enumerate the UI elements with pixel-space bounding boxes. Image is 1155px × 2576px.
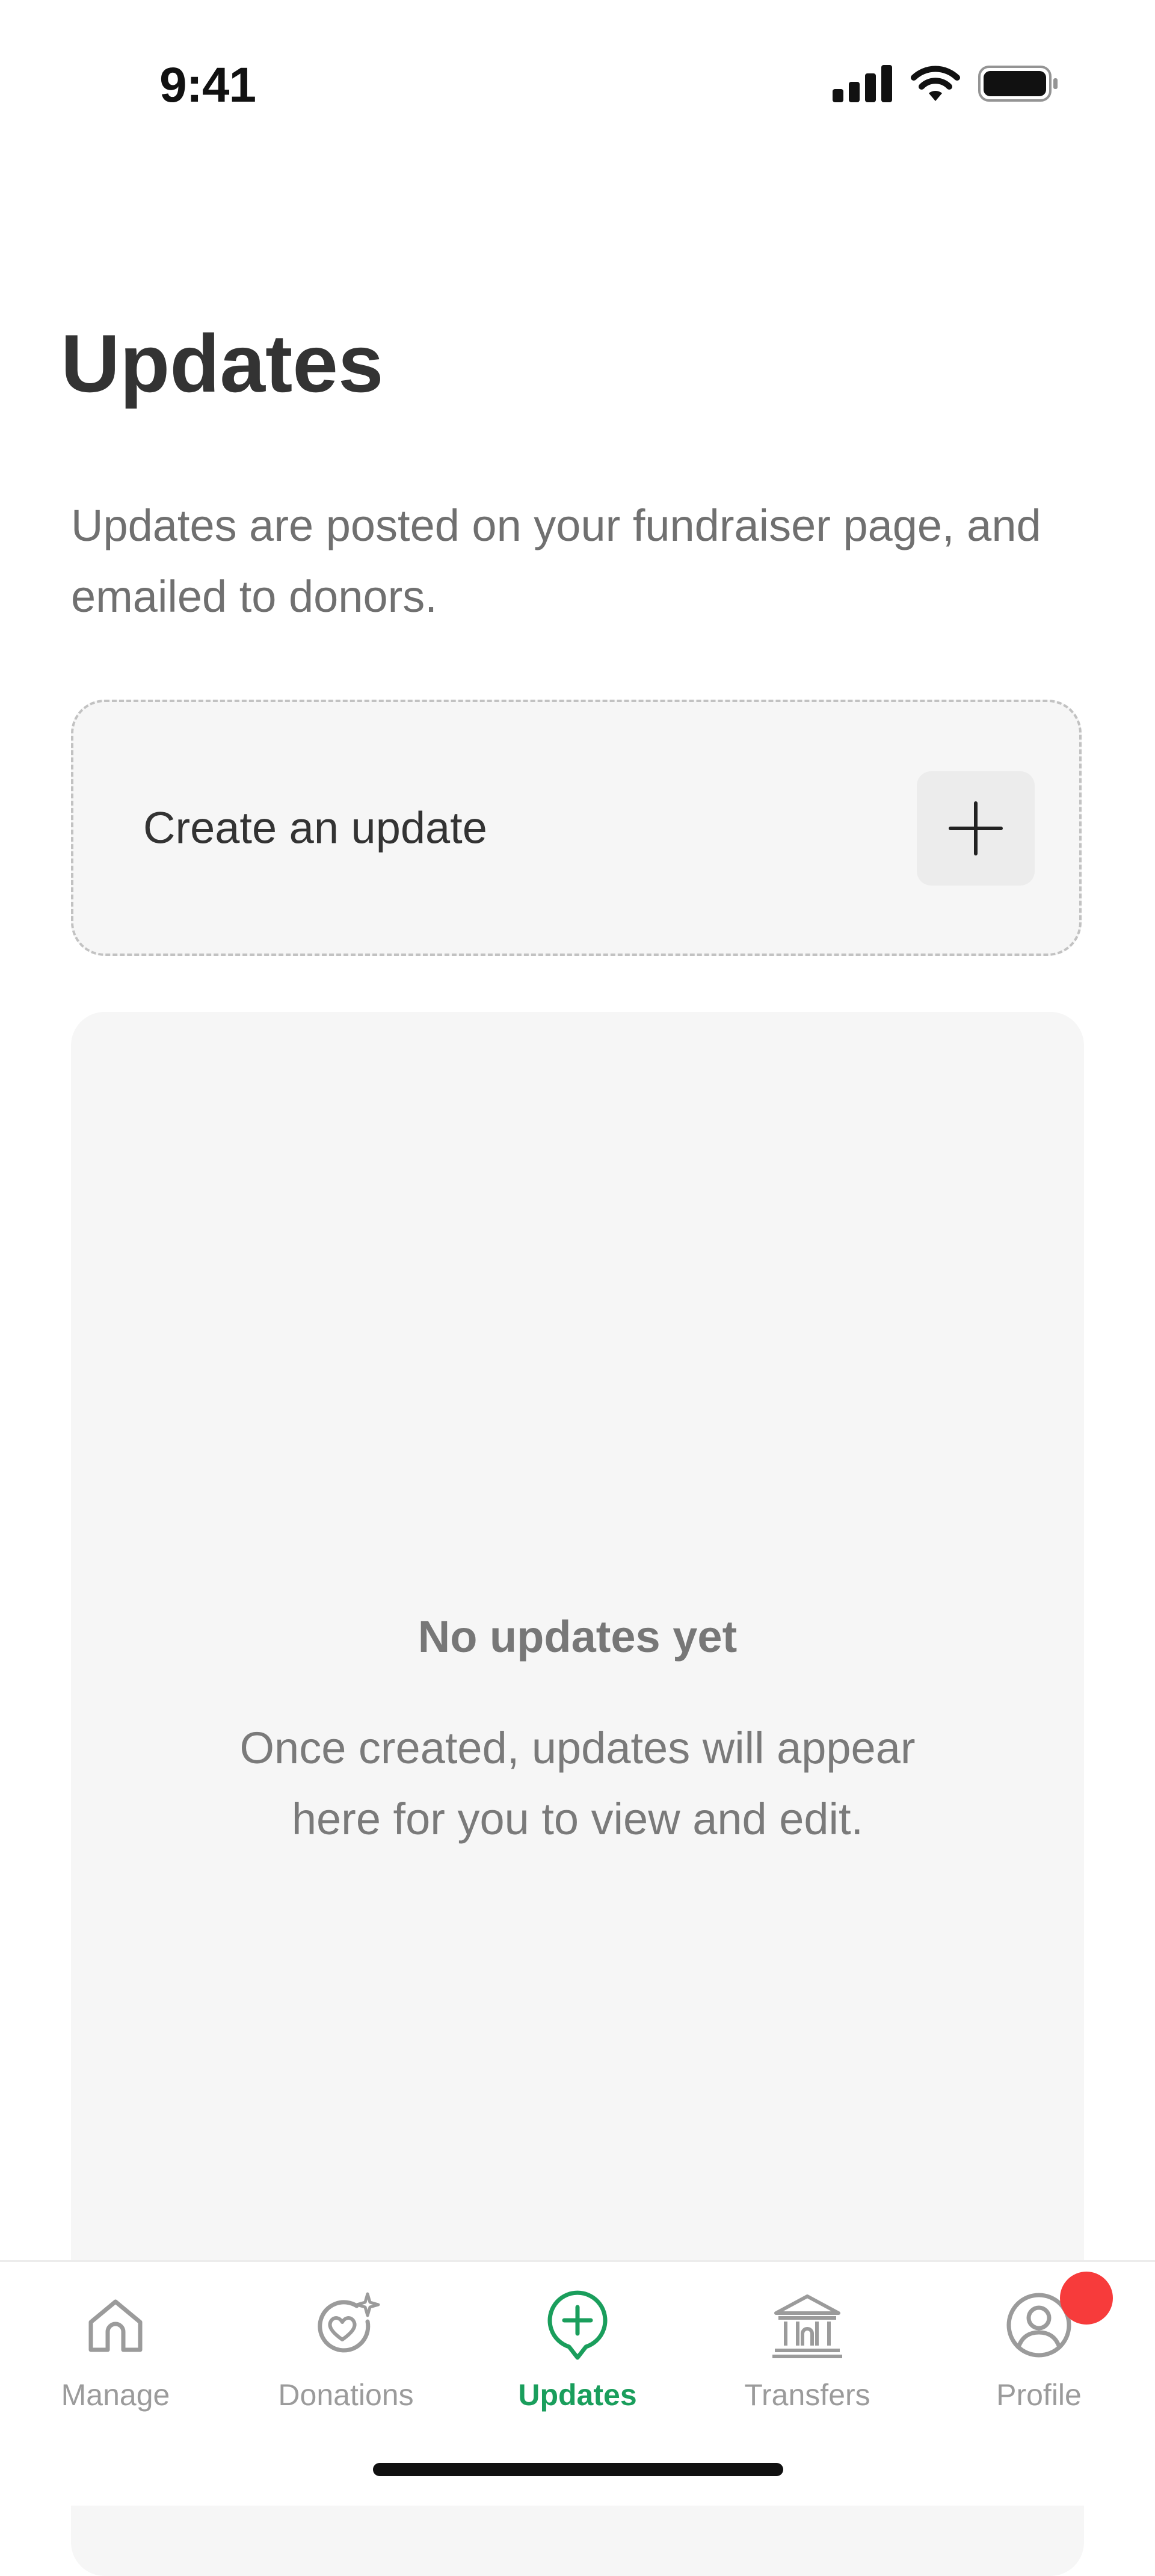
plus-icon bbox=[949, 801, 1003, 855]
status-time: 9:41 bbox=[159, 58, 256, 112]
empty-state-body: Once created, updates will appear here f… bbox=[71, 1713, 1084, 1855]
tab-manage[interactable]: Manage bbox=[25, 2286, 206, 2424]
home-icon bbox=[88, 2299, 143, 2352]
tab-manage-label: Manage bbox=[61, 2378, 170, 2412]
status-icons bbox=[833, 65, 1059, 102]
tab-updates[interactable]: Updates bbox=[487, 2286, 668, 2424]
empty-state-body-line: Once created, updates will appear bbox=[239, 1723, 916, 1773]
cellular-signal-icon bbox=[833, 65, 892, 102]
tab-transfers[interactable]: Transfers bbox=[717, 2286, 898, 2424]
tab-updates-label: Updates bbox=[518, 2378, 637, 2412]
tab-donations-label: Donations bbox=[278, 2378, 414, 2412]
page-subtitle: Updates are posted on your fundraiser pa… bbox=[71, 501, 1041, 621]
wifi-icon bbox=[911, 66, 960, 101]
tab-profile-label: Profile bbox=[996, 2378, 1082, 2412]
page-title: Updates bbox=[61, 318, 384, 409]
chat-plus-icon bbox=[547, 2290, 608, 2360]
tab-donations[interactable]: Donations bbox=[256, 2286, 436, 2424]
heart-sparkle-icon bbox=[318, 2292, 380, 2353]
empty-state-title: No updates yet bbox=[417, 1612, 738, 1662]
bank-icon bbox=[772, 2294, 842, 2358]
home-indicator[interactable] bbox=[373, 2463, 783, 2476]
create-update-button[interactable]: Create an update bbox=[71, 700, 1082, 956]
profile-notification-badge bbox=[1060, 2272, 1113, 2325]
create-update-label: Create an update bbox=[143, 803, 487, 853]
empty-state-body-line: here for you to view and edit. bbox=[291, 1794, 864, 1844]
tab-transfers-label: Transfers bbox=[744, 2378, 870, 2412]
battery-icon bbox=[978, 66, 1058, 102]
create-update-plus-button[interactable] bbox=[917, 771, 1035, 886]
